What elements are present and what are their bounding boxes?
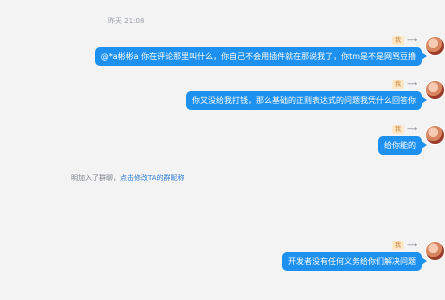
owner-badge: 我 — [391, 125, 404, 134]
avatar[interactable] — [425, 36, 445, 56]
message-bubble[interactable]: 给你能的 — [378, 136, 422, 155]
message-bubble[interactable]: 你又没给我打钱，那么基础的正则表达式的问题我凭什么回答你 — [186, 91, 422, 110]
message-row: 我 ⟶ @*a彬彬a 你在评论那里叫什么，你自己不会用插件就在那说我了，你tm是… — [0, 36, 445, 76]
reply-arrow-icon[interactable]: ⟶ — [407, 241, 417, 250]
edit-nickname-link[interactable]: 点击修改TA的群昵称 — [120, 174, 185, 182]
owner-badge: 我 — [391, 80, 404, 89]
message-meta: 我 ⟶ — [391, 36, 417, 45]
message-meta: 我 ⟶ — [391, 125, 417, 134]
owner-badge: 我 — [391, 36, 404, 45]
avatar[interactable] — [425, 125, 445, 145]
message-row: 我 ⟶ 给你能的 — [0, 125, 445, 165]
avatar[interactable] — [425, 241, 445, 261]
message-row: 我 ⟶ 你又没给我打钱，那么基础的正则表达式的问题我凭什么回答你 — [0, 80, 445, 120]
system-notice: 明加入了群聊，点击修改TA的群昵称 — [71, 173, 185, 183]
message-bubble[interactable]: @*a彬彬a 你在评论那里叫什么，你自己不会用插件就在那说我了，你tm是不是网骂… — [94, 47, 422, 66]
message-bubble[interactable]: 开发者没有任何义务给你们解决问题 — [282, 252, 422, 271]
message-meta: 我 ⟶ — [391, 80, 417, 89]
owner-badge: 我 — [391, 241, 404, 250]
avatar[interactable] — [425, 80, 445, 100]
reply-arrow-icon[interactable]: ⟶ — [407, 36, 417, 45]
reply-arrow-icon[interactable]: ⟶ — [407, 125, 417, 134]
chat-timestamp: 昨天 21:08 — [108, 17, 145, 25]
system-notice-text: 明加入了群聊， — [71, 174, 120, 182]
message-row: 我 ⟶ 开发者没有任何义务给你们解决问题 — [0, 241, 445, 281]
message-meta: 我 ⟶ — [391, 241, 417, 250]
reply-arrow-icon[interactable]: ⟶ — [407, 80, 417, 89]
